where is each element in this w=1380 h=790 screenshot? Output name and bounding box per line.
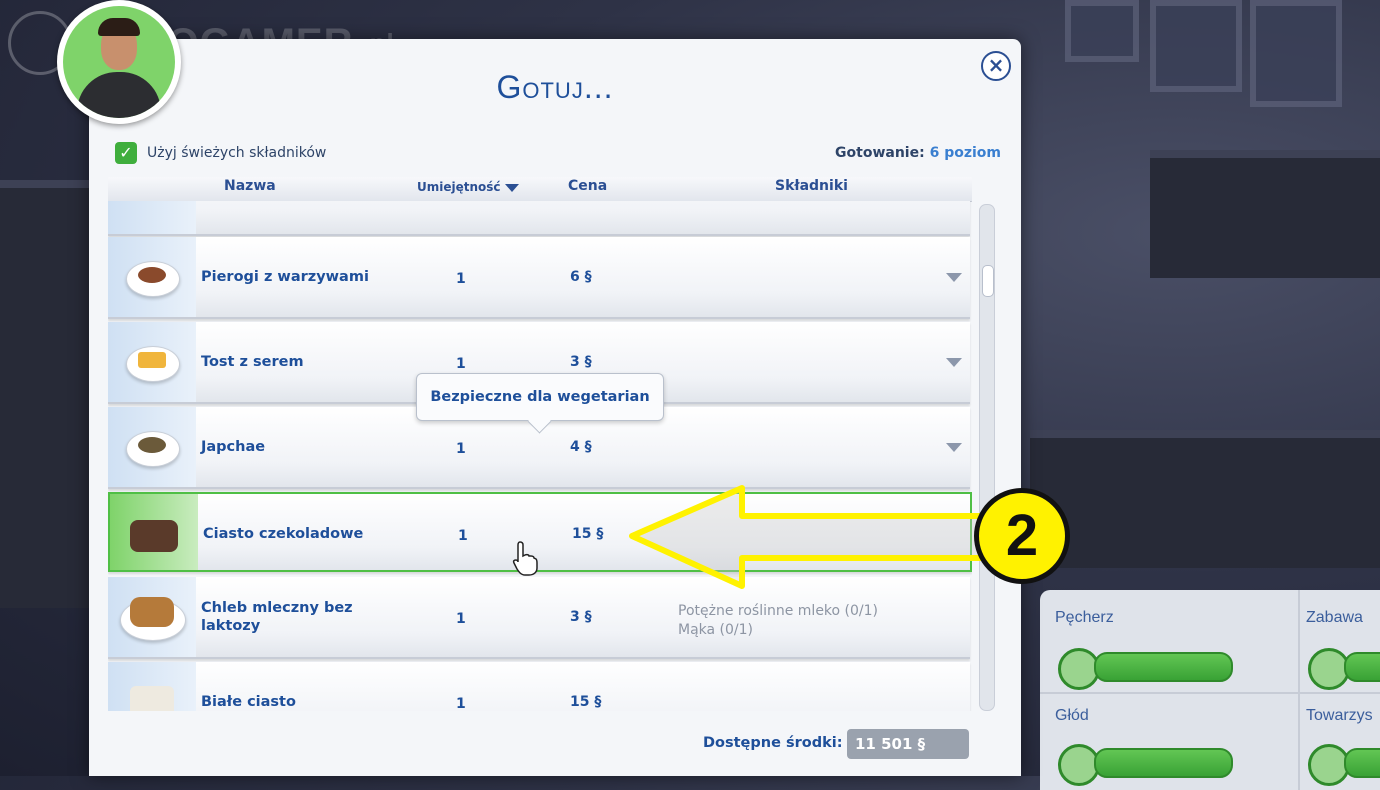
annotation-arrow-shape <box>629 485 988 589</box>
annotation-badge: 2 <box>974 488 1070 584</box>
hand-cursor-icon <box>512 541 538 576</box>
annotation-arrow <box>629 485 988 589</box>
